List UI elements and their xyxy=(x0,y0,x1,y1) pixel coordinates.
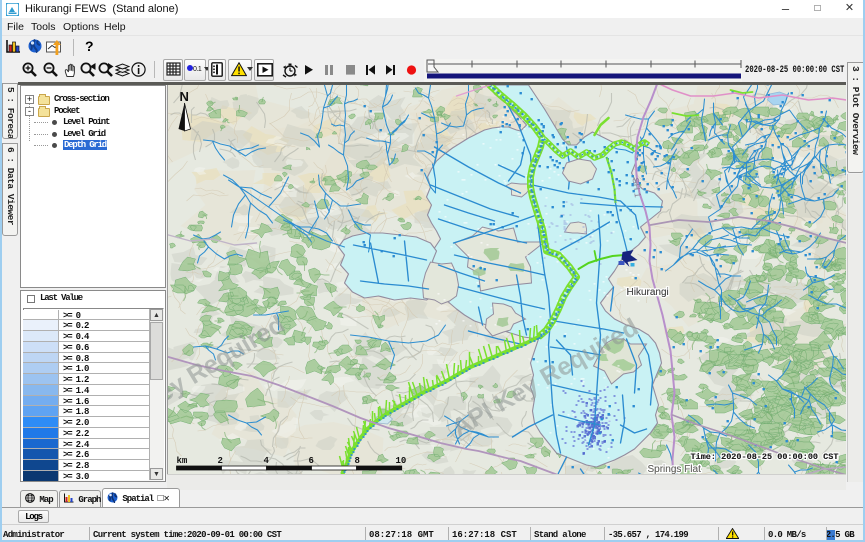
svg-text:Springs Flat: Springs Flat xyxy=(648,464,702,474)
svg-text:N: N xyxy=(180,89,189,104)
svg-text:8: 8 xyxy=(355,456,360,466)
svg-text:Time: 2020-08-25 00:00:00 CST: Time: 2020-08-25 00:00:00 CST xyxy=(691,452,839,462)
svg-text:10: 10 xyxy=(396,456,407,466)
svg-text:Hikurangi: Hikurangi xyxy=(627,287,669,298)
svg-text:2: 2 xyxy=(218,456,223,466)
svg-text:6: 6 xyxy=(309,456,314,466)
svg-text:4: 4 xyxy=(264,456,270,466)
svg-text:km: km xyxy=(177,456,188,466)
